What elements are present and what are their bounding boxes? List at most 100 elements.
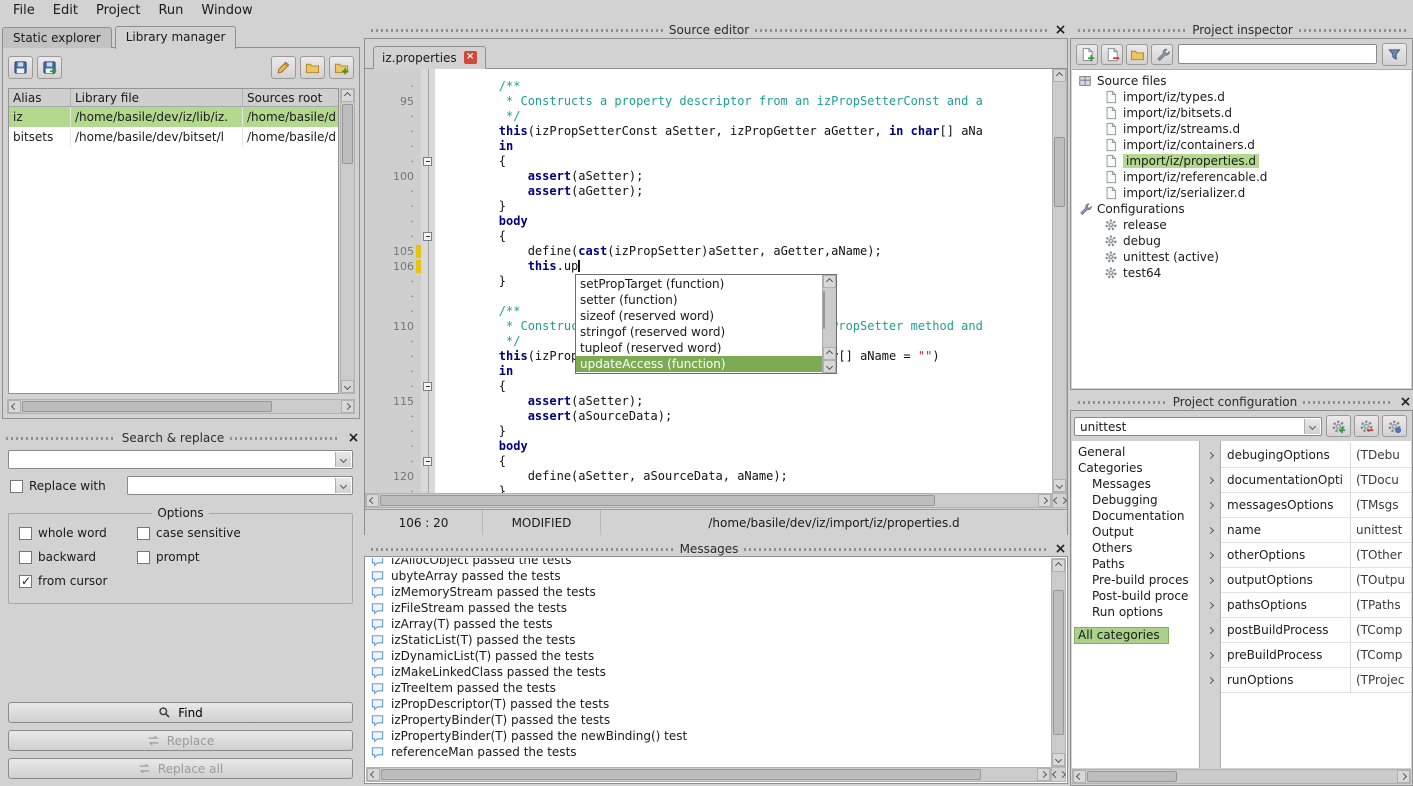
message-item[interactable]: izTreeItem passed the tests [366,680,1051,696]
scroll-up-icon[interactable] [823,275,836,288]
option-case-sensitive[interactable]: case sensitive [137,526,348,540]
vertical-scrollbar[interactable] [1051,558,1066,767]
scroll-left-icon[interactable] [8,400,21,413]
menu-file[interactable]: File [4,1,44,20]
property-row[interactable]: debugingOptions(TDebu [1221,443,1411,468]
scroll-right-icon[interactable] [1037,768,1050,781]
code-line[interactable]: · { [365,379,1052,394]
tree-node[interactable]: test64 [1072,265,1411,281]
replace-with-checkbox[interactable] [10,480,23,493]
row-expander[interactable] [1200,568,1220,593]
property-row[interactable]: pathsOptions(TPaths [1221,593,1411,618]
category-item[interactable]: Output [1072,525,1199,541]
replace-all-button[interactable]: Replace all [8,758,353,779]
close-icon[interactable]: × [1053,542,1068,556]
checkbox[interactable] [19,527,32,540]
property-row[interactable]: postBuildProcess(TComp [1221,618,1411,643]
completion-item[interactable]: stringof (reserved word) [576,324,822,340]
menu-project[interactable]: Project [87,1,149,20]
row-expander[interactable] [1200,543,1220,568]
message-item[interactable]: izPropertyBinder(T) passed the tests [366,712,1051,728]
checkbox[interactable] [137,551,150,564]
scrollbar-thumb[interactable] [1053,590,1064,735]
category-item[interactable]: Documentation [1072,509,1199,525]
code-line[interactable]: · } [365,199,1052,214]
scroll-up-icon[interactable] [341,89,354,102]
table-row[interactable]: iz/home/basile/dev/iz/lib/iz./home/basil… [9,107,338,127]
scrollbar-corner[interactable] [1052,493,1067,508]
row-expander[interactable] [1200,618,1220,643]
gear-add-button[interactable] [1326,415,1351,437]
scrollbar-thumb[interactable] [381,769,981,780]
row-expander[interactable] [1200,443,1220,468]
message-item[interactable]: izPropDescriptor(T) passed the tests [366,696,1051,712]
code-line[interactable]: 115 assert(aSetter); [365,394,1052,409]
row-expander[interactable] [1200,668,1220,693]
row-expander[interactable] [1200,518,1220,543]
option-whole-word[interactable]: whole word [19,526,137,540]
replace-button[interactable]: Replace [8,730,353,751]
tree-node[interactable]: import/iz/referencable.d [1072,169,1411,185]
scroll-right-icon[interactable] [1397,770,1410,783]
menu-run[interactable]: Run [149,1,192,20]
horizontal-scrollbar[interactable] [1072,769,1411,784]
message-item[interactable]: referenceMan passed the tests [366,744,1051,760]
column-header[interactable]: Sources root [243,89,339,106]
code-line[interactable]: · this(izPropSetterConst aSetter, izProp… [365,124,1052,139]
checkbox[interactable] [19,575,32,588]
fold-gutter[interactable] [421,229,435,244]
scroll-down-icon[interactable] [823,360,836,373]
scrollbar-thumb[interactable] [342,104,353,164]
option-from-cursor[interactable]: from cursor [19,574,137,588]
category-item[interactable]: Paths [1072,557,1199,573]
checkbox[interactable] [19,551,32,564]
tree-node[interactable]: release [1072,217,1411,233]
code-line[interactable]: · assert(aSourceData); [365,409,1052,424]
property-row[interactable]: outputOptions(TOutpu [1221,568,1411,593]
code-line[interactable]: 106 this.up [365,259,1052,274]
property-row[interactable]: documentationOpti(TDocu [1221,468,1411,493]
checkbox[interactable] [137,527,150,540]
tab-static-explorer[interactable]: Static explorer [2,27,112,48]
completion-item[interactable]: setter (function) [576,292,822,308]
scroll-right-icon[interactable] [341,400,354,413]
doc-remove-button[interactable] [1101,44,1123,65]
code-line[interactable]: 120 define(aSetter, aSourceData, aName); [365,469,1052,484]
fold-gutter[interactable] [421,454,435,469]
code-line[interactable]: · body [365,439,1052,454]
category-item[interactable]: Run options [1072,605,1199,621]
scroll-down-icon[interactable] [1053,479,1066,492]
message-item[interactable]: izMakeLinkedClass passed the tests [366,664,1051,680]
property-row[interactable]: messagesOptions(TMsgs [1221,493,1411,518]
chevron-down-icon[interactable] [335,452,351,467]
scrollbar-thumb[interactable] [1087,771,1177,782]
gear-remove-button[interactable] [1354,415,1379,437]
message-item[interactable]: izAllocObject passed the tests [366,558,1051,568]
folder-button[interactable] [300,56,325,79]
code-line[interactable]: · } [365,484,1052,493]
scroll-up-icon[interactable] [1052,559,1065,572]
code-line[interactable]: · body [365,214,1052,229]
code-line[interactable]: · { [365,454,1052,469]
filter-button[interactable] [1382,43,1407,66]
message-item[interactable]: ubyteArray passed the tests [366,568,1051,584]
tree-node[interactable]: import/iz/bitsets.d [1072,105,1411,121]
menu-window[interactable]: Window [192,1,261,20]
category-item[interactable]: Messages [1072,477,1199,493]
code-line[interactable]: · } [365,424,1052,439]
completion-scrollbar[interactable] [822,275,836,373]
completion-item[interactable]: tupleof (reserved word) [576,340,822,356]
tree-node[interactable]: debug [1072,233,1411,249]
tree-node[interactable]: import/iz/serializer.d [1072,185,1411,201]
message-item[interactable]: izPropertyBinder(T) passed the newBindin… [366,728,1051,744]
table-row[interactable]: bitsets/home/basile/dev/bitset/l/home/ba… [9,127,338,147]
row-expander[interactable] [1200,468,1220,493]
code-line[interactable]: 100 assert(aSetter); [365,169,1052,184]
save-button[interactable] [8,56,33,79]
property-row[interactable]: preBuildProcess(TComp [1221,643,1411,668]
tree-node[interactable]: import/iz/properties.d [1072,153,1411,169]
category-item[interactable]: Debugging [1072,493,1199,509]
all-categories-item[interactable]: All categories [1074,627,1169,644]
tree-node[interactable]: Configurations [1072,201,1411,217]
gear-sync-button[interactable] [1382,415,1407,437]
